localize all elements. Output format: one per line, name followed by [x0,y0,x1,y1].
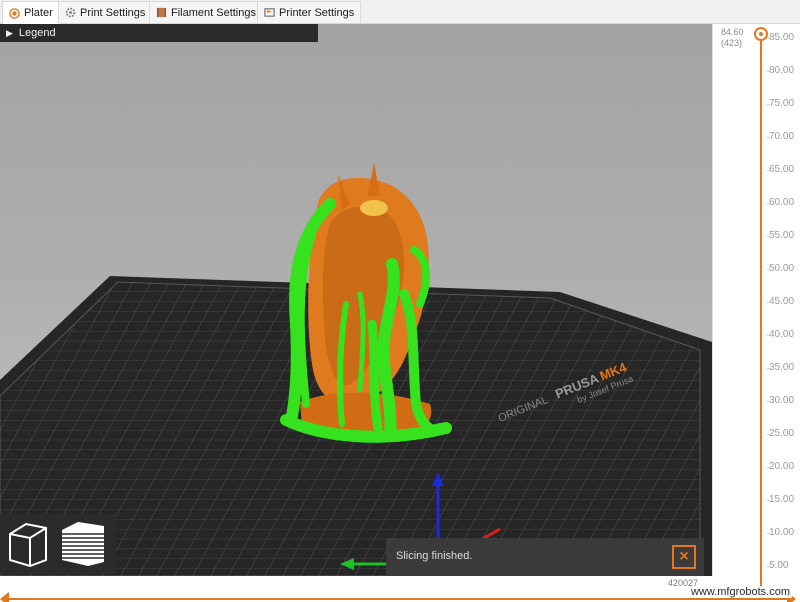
layer-tick-mark [767,137,770,138]
triangle-right-icon: ▶ [6,27,13,38]
tab-label: Printer Settings [279,6,355,19]
layer-tick-label: 70.00 [769,131,795,142]
print-bed-scene: ORIGINAL PRUSA MK4 by Josef Prusa [0,162,712,576]
layers-view-icon[interactable] [58,518,108,568]
layer-tick-mark [767,533,770,534]
layer-tick-label: 40.00 [769,329,795,340]
layer-slider-track[interactable] [760,34,762,586]
layer-tick-mark [767,500,770,501]
layer-tick-mark [767,302,770,303]
layer-tick-label: 60.00 [769,197,795,208]
tab-printer-settings[interactable]: Printer Settings [257,1,362,23]
layer-tick-mark [767,38,770,39]
tab-filament-settings[interactable]: Filament Settings [149,1,263,23]
layer-tick-label: 85.00 [769,32,795,43]
layer-tick-mark [767,566,770,567]
layer-tick-label: 55.00 [769,230,795,241]
layer-tick-mark [767,368,770,369]
layer-tick-mark [767,269,770,270]
filament-icon [156,7,167,18]
layer-slider-thumb[interactable] [754,27,768,41]
notification-toast: Slicing finished. × [386,538,704,576]
notification-text: Slicing finished. [396,550,473,562]
layer-tick-mark [767,104,770,105]
tab-label: Filament Settings [171,6,256,19]
view-toolbar [0,514,116,574]
close-icon[interactable]: × [672,545,696,569]
layer-tick-label: 65.00 [769,164,795,175]
layer-tick-label: 10.00 [769,527,795,538]
cube-view-icon[interactable] [4,518,54,568]
tab-bar: Plater Print Settings Filament Settings … [0,0,800,24]
layer-tick-label: 50.00 [769,263,795,274]
layer-tick-label: 80.00 [769,65,795,76]
layer-slider-top-label: 84.60 (423) [721,27,744,49]
printer-icon [264,8,275,17]
watermark: www.mfgrobots.com [688,586,792,598]
layer-tick-label: 35.00 [769,362,795,373]
tab-plater[interactable]: Plater [2,1,60,24]
legend-label: Legend [18,27,56,39]
plater-icon [9,7,20,19]
layer-tick-mark [767,434,770,435]
layer-tick-mark [767,401,770,402]
app-window: { "tabs": [ {"label": "Plater", "icon": … [0,0,800,602]
horizontal-move-slider[interactable] [0,588,800,602]
left-arrow-icon[interactable] [0,592,9,602]
layer-tick-mark [767,170,770,171]
layer-tick-mark [767,71,770,72]
layer-tick-label: 5.00 [769,560,789,571]
layer-tick-mark [767,467,770,468]
tab-print-settings[interactable]: Print Settings [58,1,153,23]
tab-label: Print Settings [80,6,146,19]
layer-tick-label: 25.00 [769,428,795,439]
layer-tick-label: 30.00 [769,395,795,406]
legend-toggle[interactable]: ▶ Legend [0,24,318,42]
layer-tick-mark [767,236,770,237]
layer-tick-mark [767,203,770,204]
layer-slider[interactable]: 84.60 (423) 85.00 80.00 75.00 70.00 65.00 60.… [712,24,800,602]
top-height: 84.60 [721,27,744,37]
layer-tick-label: 20.00 [769,461,795,472]
3d-viewport[interactable]: ORIGINAL PRUSA MK4 by Josef Prusa ▶ Lege… [0,24,712,576]
horizontal-slider-track[interactable] [8,598,792,600]
layer-tick-label: 75.00 [769,98,795,109]
layer-tick-label: 45.00 [769,296,795,307]
layer-tick-mark [767,335,770,336]
layer-tick-label: 15.00 [769,494,795,505]
gear-icon [65,7,76,18]
top-layer: (423) [721,38,743,48]
tab-label: Plater [24,7,53,19]
